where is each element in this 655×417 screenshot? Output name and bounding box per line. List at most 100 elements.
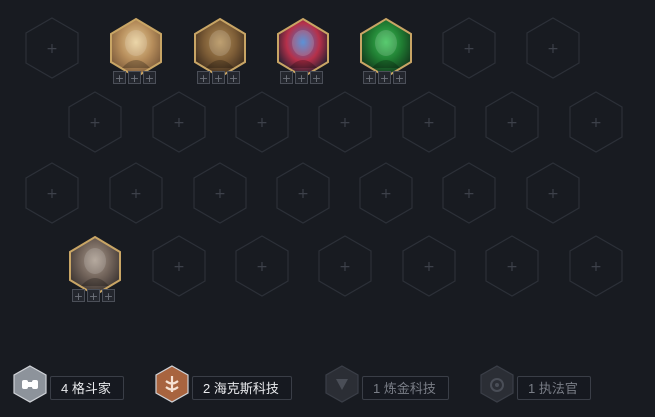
hex-slot-outline: +: [276, 162, 330, 224]
star-slot: +: [280, 71, 293, 85]
hex-slot-outline: +: [442, 17, 496, 79]
board-slot-occupied[interactable]: + + +: [108, 16, 164, 85]
plus-icon: +: [380, 186, 392, 202]
board-slot-empty[interactable]: +: [401, 234, 457, 298]
star-level-slots: + + +: [197, 71, 240, 85]
star-slot: +: [393, 71, 406, 85]
star-slot: +: [310, 71, 323, 85]
board-slot-empty[interactable]: +: [275, 161, 331, 225]
plus-icon: +: [130, 186, 142, 202]
board-slot-empty[interactable]: +: [67, 90, 123, 154]
board-slot-empty[interactable]: +: [525, 16, 581, 80]
board-slot-empty[interactable]: +: [568, 90, 624, 154]
plus-icon: +: [339, 115, 351, 131]
board-slot-empty[interactable]: +: [317, 90, 373, 154]
star-slot: +: [378, 71, 391, 85]
star-slot: +: [128, 71, 141, 85]
plus-icon: +: [214, 186, 226, 202]
hex-slot-outline: +: [68, 91, 122, 153]
plus-icon: +: [339, 259, 351, 275]
hex-slot-outline: +: [25, 17, 79, 79]
board-slot-occupied[interactable]: + + +: [275, 16, 331, 85]
hex-slot-outline: +: [485, 91, 539, 153]
hex-slot-outline: +: [193, 162, 247, 224]
plus-icon: +: [590, 259, 602, 275]
board-slot-empty[interactable]: +: [484, 90, 540, 154]
star-slot: +: [363, 71, 376, 85]
trait-label: 1 执法官: [517, 376, 591, 400]
board-slot-occupied[interactable]: + + +: [358, 16, 414, 85]
star-level-slots: + + +: [72, 289, 115, 303]
hex-slot-outline: +: [402, 91, 456, 153]
board-slot-occupied[interactable]: + + +: [192, 16, 248, 85]
game-board: + + + + + + + + + + + + + + + + + + + + + + + + + + + + + + + + + + + + + +: [0, 0, 655, 417]
hex-slot-outline: +: [526, 162, 580, 224]
board-slot-empty[interactable]: +: [24, 161, 80, 225]
board-slot-empty[interactable]: +: [484, 234, 540, 298]
hex-slot-outline: +: [485, 235, 539, 297]
trait-label: 2 海克斯科技: [192, 376, 292, 400]
hextech-icon: [155, 365, 189, 403]
plus-icon: +: [297, 186, 309, 202]
board-slot-empty[interactable]: +: [441, 16, 497, 80]
star-level-slots: + + +: [113, 71, 156, 85]
plus-icon: +: [256, 259, 268, 275]
enforcer-icon: [480, 365, 514, 403]
board-slot-empty[interactable]: +: [401, 90, 457, 154]
plus-icon: +: [590, 115, 602, 131]
hex-slot-outline: +: [152, 235, 206, 297]
fist-icon: [13, 365, 47, 403]
star-slot: +: [102, 289, 115, 303]
board-slot-empty[interactable]: +: [358, 161, 414, 225]
plus-icon: +: [506, 259, 518, 275]
plus-icon: +: [423, 115, 435, 131]
board-slot-empty[interactable]: +: [568, 234, 624, 298]
hex-slot-outline: +: [442, 162, 496, 224]
board-slot-empty[interactable]: +: [192, 161, 248, 225]
board-slot-empty[interactable]: +: [151, 90, 207, 154]
plus-icon: +: [423, 259, 435, 275]
board-slot-empty[interactable]: +: [317, 234, 373, 298]
board-slot-empty[interactable]: +: [234, 90, 290, 154]
hex-slot-outline: +: [109, 162, 163, 224]
hex-slot-outline: +: [235, 235, 289, 297]
star-slot: +: [295, 71, 308, 85]
star-slot: +: [212, 71, 225, 85]
plus-icon: +: [46, 41, 58, 57]
star-level-slots: + + +: [280, 71, 323, 85]
board-slot-empty[interactable]: +: [234, 234, 290, 298]
plus-icon: +: [463, 41, 475, 57]
hex-slot-outline: +: [25, 162, 79, 224]
plus-icon: +: [46, 186, 58, 202]
plus-icon: +: [173, 115, 185, 131]
plus-icon: +: [547, 186, 559, 202]
star-slot: +: [143, 71, 156, 85]
plus-icon: +: [89, 115, 101, 131]
board-slot-empty[interactable]: +: [24, 16, 80, 80]
hex-slot-outline: +: [359, 162, 413, 224]
hex-slot-outline: +: [235, 91, 289, 153]
hex-slot-outline: +: [569, 235, 623, 297]
plus-icon: +: [506, 115, 518, 131]
star-slot: +: [87, 289, 100, 303]
board-slot-empty[interactable]: +: [108, 161, 164, 225]
board-slot-occupied[interactable]: + + +: [67, 234, 123, 303]
chemtech-icon: [325, 365, 359, 403]
trait-bar: 4 格斗家 2 海克斯科技 1 炼金科技 1 执法官: [0, 360, 655, 410]
hex-slot-outline: +: [402, 235, 456, 297]
star-slot: +: [197, 71, 210, 85]
board-slot-empty[interactable]: +: [441, 161, 497, 225]
star-slot: +: [72, 289, 85, 303]
plus-icon: +: [256, 115, 268, 131]
board-slot-empty[interactable]: +: [151, 234, 207, 298]
star-slot: +: [227, 71, 240, 85]
hex-slot-outline: +: [152, 91, 206, 153]
hex-slot-outline: +: [526, 17, 580, 79]
star-level-slots: + + +: [363, 71, 406, 85]
trait-label: 4 格斗家: [50, 376, 124, 400]
hex-slot-outline: +: [318, 235, 372, 297]
plus-icon: +: [463, 186, 475, 202]
plus-icon: +: [547, 41, 559, 57]
plus-icon: +: [173, 259, 185, 275]
board-slot-empty[interactable]: +: [525, 161, 581, 225]
